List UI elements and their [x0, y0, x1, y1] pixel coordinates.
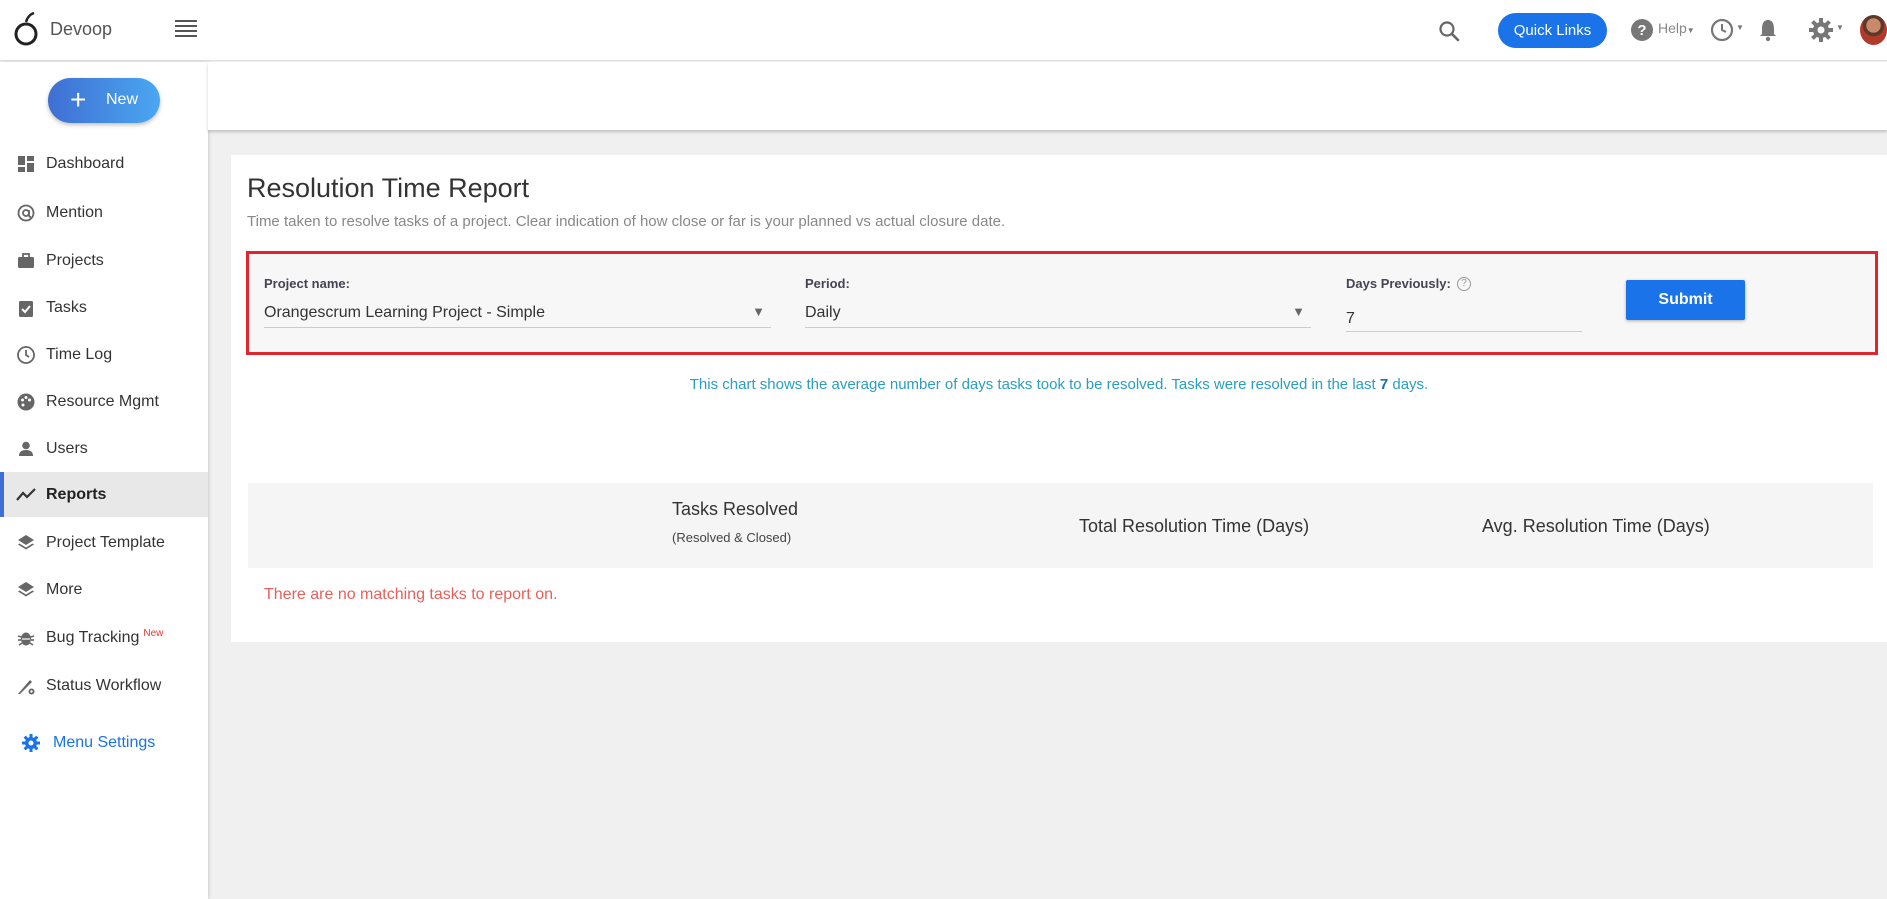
sub-header [208, 62, 1887, 130]
sidebar-item-project-template[interactable]: Project Template [0, 520, 208, 565]
top-bar: Devoop Quick Links ? Help▼ ▼ ▼ [0, 0, 1887, 61]
sidebar-item-tasks[interactable]: Tasks [0, 285, 208, 330]
sidebar-item-users[interactable]: Users [0, 426, 208, 471]
chart-note-text: This chart shows the average number of d… [689, 376, 1376, 393]
sidebar-item-label: Time Log [46, 346, 113, 363]
sidebar-item-time-log[interactable]: Time Log [0, 332, 208, 377]
sidebar-item-label: Users [46, 440, 88, 457]
chevron-down-icon[interactable]: ▼ [1736, 23, 1744, 32]
page-subtitle: Time taken to resolve tasks of a project… [247, 213, 1006, 230]
sidebar: + New Dashboard Mention Projects Tasks T… [0, 62, 208, 899]
filter-panel: Project name: Orangescrum Learning Proje… [246, 251, 1878, 355]
chevron-down-icon[interactable]: ▼ [1836, 23, 1844, 32]
brand-name: Devoop [50, 19, 113, 39]
hamburger-menu-icon[interactable] [175, 20, 197, 38]
chart-note-suffix: days. [1392, 376, 1429, 393]
quick-links-button[interactable]: Quick Links [1498, 13, 1607, 48]
project-name-label: Project name: [264, 276, 350, 291]
sidebar-item-more[interactable]: More [0, 567, 208, 612]
sidebar-item-resource-mgmt[interactable]: Resource Mgmt [0, 379, 208, 424]
dropdown-arrow-icon: ▼ [752, 304, 765, 319]
layers-icon [18, 535, 34, 550]
chevron-down-icon: ▼ [1686, 26, 1695, 35]
column-header-tasks-resolved: Tasks Resolved [672, 499, 799, 519]
dashboard-icon [18, 156, 34, 172]
svg-text:?: ? [1637, 22, 1646, 39]
search-icon[interactable] [1437, 19, 1461, 43]
sidebar-item-label: Tasks [46, 299, 87, 316]
chart-note: This chart shows the average number of d… [231, 376, 1887, 393]
column-subheader-resolved-closed: (Resolved & Closed) [672, 530, 792, 545]
period-value: Daily [805, 304, 841, 321]
logo-icon[interactable] [12, 12, 42, 48]
briefcase-icon [18, 253, 34, 268]
at-icon [17, 204, 35, 222]
clock-icon [17, 346, 35, 364]
sidebar-item-label: Bug Tracking [46, 629, 140, 646]
dropdown-arrow-icon: ▼ [1292, 304, 1305, 319]
menu-settings-label: Menu Settings [53, 734, 156, 751]
help-menu[interactable]: Help▼ [1658, 20, 1695, 36]
report-card: Resolution Time Report Time taken to res… [231, 155, 1887, 642]
new-button-label: New [106, 91, 139, 108]
period-select[interactable]: Daily ▼ [805, 298, 1311, 328]
days-previously-input[interactable] [1346, 302, 1582, 332]
gear-icon [22, 734, 40, 752]
sidebar-item-label: Mention [46, 204, 103, 221]
help-label: Help [1658, 20, 1687, 36]
table-header: Tasks Resolved (Resolved & Closed) Total… [248, 483, 1873, 568]
clock-icon[interactable] [1710, 18, 1734, 42]
sidebar-item-bug-tracking[interactable]: Bug Tracking New [0, 615, 208, 660]
trend-line-icon [16, 488, 36, 501]
submit-button[interactable]: Submit [1626, 280, 1745, 320]
sidebar-item-label: Projects [46, 252, 104, 269]
help-icon[interactable]: ? [1630, 18, 1654, 42]
bug-icon [17, 632, 35, 646]
plus-icon: + [70, 84, 87, 115]
page-title: Resolution Time Report [247, 173, 530, 203]
chart-note-days: 7 [1379, 376, 1389, 393]
workflow-icon [18, 680, 35, 695]
gear-icon[interactable] [1808, 17, 1834, 43]
sidebar-item-label: Project Template [46, 534, 165, 551]
days-previously-label: Days Previously: [1346, 276, 1451, 291]
column-header-avg-resolution-time: Avg. Resolution Time (Days) [1482, 516, 1710, 536]
sidebar-item-label: More [46, 581, 83, 598]
period-label: Period: [805, 276, 850, 291]
sidebar-item-label: Reports [46, 486, 107, 503]
menu-settings-link[interactable]: Menu Settings [0, 726, 208, 762]
layers-icon [18, 582, 34, 597]
person-icon [19, 441, 33, 456]
project-name-value: Orangescrum Learning Project - Simple [264, 304, 546, 321]
sidebar-item-bug-tracking-text: Bug Tracking New [46, 628, 164, 647]
palette-icon [17, 393, 35, 411]
bell-icon[interactable] [1757, 18, 1779, 42]
empty-state-message: There are no matching tasks to report on… [264, 586, 558, 603]
clipboard-check-icon [19, 301, 33, 317]
sidebar-item-status-workflow[interactable]: Status Workflow [0, 663, 208, 708]
column-header-total-resolution-time: Total Resolution Time (Days) [1079, 516, 1310, 536]
new-badge: New [143, 628, 164, 639]
sidebar-item-label: Status Workflow [46, 677, 162, 694]
new-button[interactable]: + New [48, 78, 160, 123]
sidebar-item-projects[interactable]: Projects [0, 238, 208, 283]
sidebar-item-dashboard[interactable]: Dashboard [0, 141, 208, 186]
avatar[interactable] [1860, 15, 1887, 45]
sidebar-item-label: Resource Mgmt [46, 393, 159, 410]
sidebar-item-label: Dashboard [46, 155, 125, 172]
project-name-select[interactable]: Orangescrum Learning Project - Simple ▼ [264, 298, 771, 328]
question-mark-icon[interactable]: ? [1457, 277, 1471, 291]
sidebar-item-mention[interactable]: Mention [0, 190, 208, 235]
sidebar-item-reports[interactable]: Reports [0, 472, 208, 517]
